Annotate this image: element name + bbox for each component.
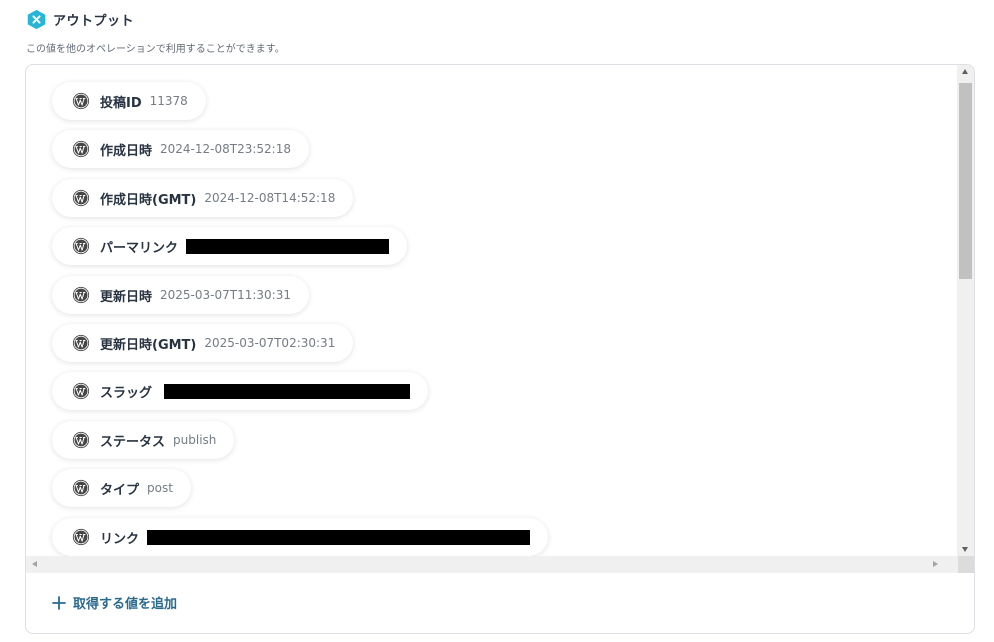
output-chip[interactable]: タイプ post bbox=[52, 469, 191, 507]
output-chip-value: post bbox=[147, 481, 173, 495]
vertical-scrollbar[interactable] bbox=[957, 65, 974, 556]
wordpress-icon bbox=[72, 140, 90, 158]
redacted-value bbox=[186, 238, 390, 254]
plus-icon bbox=[52, 595, 66, 610]
output-chip[interactable]: 作成日時 2024-12-08T23:52:18 bbox=[52, 130, 309, 168]
output-header: アウトプット bbox=[26, 9, 134, 29]
output-chip-value: 11378 bbox=[149, 94, 188, 108]
output-chip-label: ステータス bbox=[100, 434, 166, 450]
output-chip-value: 2025-03-07T11:30:31 bbox=[160, 288, 291, 302]
output-chip-label: リンク bbox=[100, 531, 140, 547]
wordpress-icon bbox=[72, 92, 90, 110]
output-chip-label: 作成日時 bbox=[100, 143, 153, 159]
output-chip-label: 更新日時(GMT) bbox=[100, 337, 197, 353]
wordpress-icon bbox=[72, 479, 90, 497]
output-chip[interactable]: 更新日時 2025-03-07T11:30:31 bbox=[52, 276, 309, 314]
output-chip-label: 更新日時 bbox=[100, 289, 153, 305]
output-chip-label: タイプ bbox=[100, 482, 140, 498]
output-chip[interactable]: 更新日時(GMT) 2025-03-07T02:30:31 bbox=[52, 324, 354, 362]
output-chip[interactable]: スラッグ bbox=[52, 372, 429, 410]
wordpress-icon bbox=[72, 286, 90, 304]
horizontal-scrollbar[interactable] bbox=[26, 556, 958, 573]
output-chip[interactable]: パーマリンク bbox=[52, 227, 408, 265]
output-chip[interactable]: 投稿ID 11378 bbox=[52, 82, 206, 120]
scroll-left-arrow-icon[interactable] bbox=[32, 561, 37, 567]
section-title: アウトプット bbox=[53, 13, 135, 29]
output-chip[interactable]: ステータス publish bbox=[52, 421, 235, 459]
output-chip[interactable]: 作成日時(GMT) 2024-12-08T14:52:18 bbox=[52, 179, 354, 217]
wordpress-icon bbox=[72, 189, 90, 207]
wordpress-icon bbox=[72, 334, 90, 352]
wordpress-icon bbox=[72, 431, 90, 449]
scroll-right-arrow-icon[interactable] bbox=[933, 561, 938, 567]
wordpress-icon bbox=[72, 237, 90, 255]
yoom-logo-icon bbox=[27, 9, 46, 29]
output-chip-label: 作成日時(GMT) bbox=[100, 192, 197, 208]
wordpress-icon bbox=[72, 528, 90, 546]
output-list: 投稿ID 11378 作成日時 2024-12-08T23:52:18 作成日時(GMT… bbox=[26, 65, 958, 556]
wordpress-icon bbox=[72, 382, 90, 400]
output-panel: 投稿ID 11378 作成日時 2024-12-08T23:52:18 作成日時(GMT… bbox=[25, 64, 975, 634]
scroll-thumb[interactable] bbox=[959, 83, 972, 279]
redacted-value bbox=[147, 529, 531, 545]
output-chip-value: 2025-03-07T02:30:31 bbox=[204, 336, 336, 350]
output-chip-value: 2024-12-08T23:52:18 bbox=[160, 142, 291, 156]
output-chip[interactable]: リンク bbox=[52, 518, 549, 556]
scroll-down-arrow-icon[interactable] bbox=[962, 547, 968, 552]
output-chip-label: 投稿ID bbox=[100, 95, 142, 111]
output-chip-label: パーマリンク bbox=[100, 240, 179, 256]
output-chip-value: publish bbox=[173, 433, 217, 447]
add-value-button[interactable]: 取得する値を追加 bbox=[52, 593, 177, 612]
redacted-value bbox=[164, 383, 411, 399]
output-chip-value: 2024-12-08T14:52:18 bbox=[204, 191, 336, 205]
add-value-label: 取得する値を追加 bbox=[73, 597, 178, 612]
scrollbar-corner bbox=[958, 556, 974, 573]
section-description: この値を他のオペレーションで利用することができます。 bbox=[26, 44, 285, 55]
output-chip-label: スラッグ bbox=[100, 385, 153, 401]
scroll-up-arrow-icon[interactable] bbox=[962, 69, 968, 74]
